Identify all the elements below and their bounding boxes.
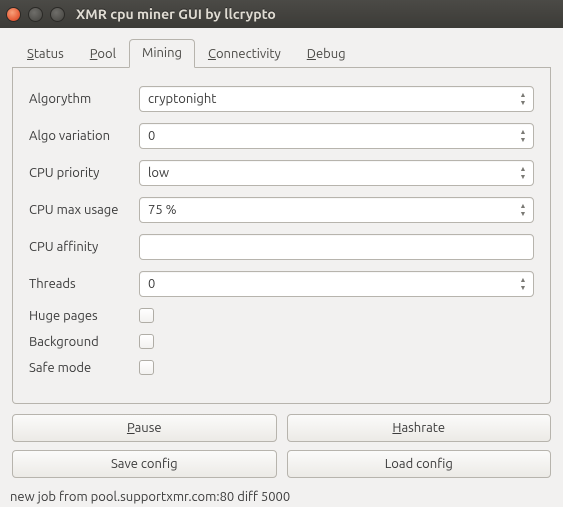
maximize-icon[interactable] — [50, 7, 65, 22]
hugepages-label: Huge pages — [29, 309, 139, 323]
safemode-label: Safe mode — [29, 361, 139, 375]
status-bar: new job from pool.supportxmr.com:80 diff… — [0, 484, 563, 504]
background-label: Background — [29, 335, 139, 349]
save-config-button[interactable]: Save config — [12, 450, 277, 478]
threads-spin[interactable] — [139, 271, 534, 297]
titlebar: XMR cpu miner GUI by llcrypto — [0, 0, 563, 28]
algorythm-label: Algorythm — [29, 92, 139, 106]
cpumaxusage-spin[interactable] — [139, 197, 534, 223]
hugepages-checkbox[interactable] — [139, 308, 154, 323]
cpupriority-label: CPU priority — [29, 166, 139, 180]
tab-mining[interactable]: Mining — [129, 39, 195, 68]
tab-connectivity[interactable]: Connectivity — [195, 40, 294, 68]
status-text: new job from pool.supportxmr.com:80 diff… — [10, 490, 290, 504]
pause-button[interactable]: Pause — [12, 414, 277, 442]
mining-panel: Algorythm ▲▼ Algo variation ▲▼ CPU prior… — [12, 68, 551, 404]
tab-bar: Status Pool Mining Connectivity Debug — [12, 38, 551, 68]
hashrate-button[interactable]: Hashrate — [287, 414, 552, 442]
threads-label: Threads — [29, 277, 139, 291]
algorythm-combo[interactable] — [139, 86, 534, 112]
tab-debug[interactable]: Debug — [294, 40, 359, 68]
algovariation-spin[interactable] — [139, 123, 534, 149]
tab-pool[interactable]: Pool — [77, 40, 129, 68]
background-checkbox[interactable] — [139, 334, 154, 349]
minimize-icon[interactable] — [28, 7, 43, 22]
algovariation-label: Algo variation — [29, 129, 139, 143]
cpumaxusage-label: CPU max usage — [29, 203, 139, 217]
close-icon[interactable] — [6, 7, 21, 22]
tab-status[interactable]: Status — [14, 40, 77, 68]
cpuaffinity-label: CPU affinity — [29, 240, 139, 254]
load-config-button[interactable]: Load config — [287, 450, 552, 478]
client-area: Status Pool Mining Connectivity Debug Al… — [0, 28, 563, 484]
safemode-checkbox[interactable] — [139, 360, 154, 375]
cpupriority-combo[interactable] — [139, 160, 534, 186]
cpuaffinity-input[interactable] — [139, 234, 534, 260]
window-title: XMR cpu miner GUI by llcrypto — [76, 6, 276, 22]
